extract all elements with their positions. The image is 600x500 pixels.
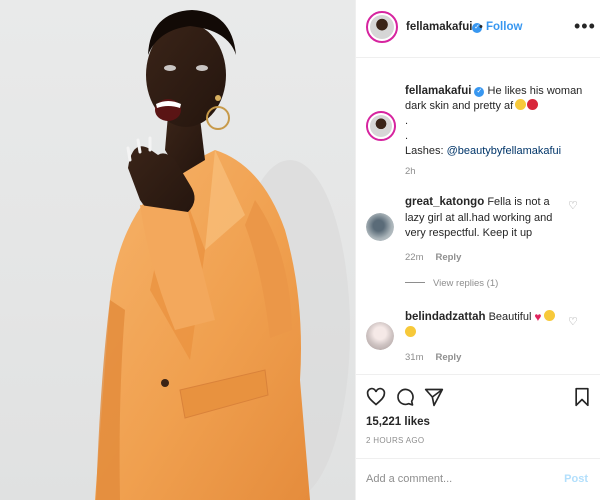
- like-comment-icon[interactable]: ♡: [568, 199, 578, 212]
- verified-badge-icon: ✓: [474, 87, 485, 97]
- comment-meta: 22m Reply: [405, 252, 473, 263]
- comment-icon[interactable]: [395, 387, 415, 407]
- heart-eyes-emoji-icon: [543, 310, 555, 321]
- separator-dot: •: [479, 21, 483, 33]
- reply-button[interactable]: Reply: [435, 252, 461, 263]
- lashes-label: Lashes:: [405, 145, 447, 157]
- post-timestamp[interactable]: 2 HOURS AGO: [366, 436, 424, 445]
- caption-timestamp[interactable]: 2h: [405, 166, 416, 177]
- author-avatar[interactable]: [366, 11, 398, 43]
- author-username[interactable]: fellamakafui: [406, 21, 472, 33]
- replies-divider: [405, 282, 425, 283]
- comment-body: belindadzattah Beautiful ♥: [405, 310, 570, 341]
- rose-emoji-icon: [527, 99, 539, 110]
- view-replies-button[interactable]: View replies (1): [405, 278, 498, 289]
- post-sidebar: fellamakafui ✓ • Follow ••• fellamakafui…: [355, 0, 600, 500]
- caption-author-avatar[interactable]: [366, 111, 396, 141]
- follow-button[interactable]: Follow: [486, 21, 522, 33]
- astonished-face-emoji-icon: [515, 99, 527, 110]
- caption-username[interactable]: fellamakafui: [405, 85, 471, 97]
- post-actions-area: 15,221 likes 2 HOURS AGO Add a comment..…: [356, 374, 600, 500]
- heart-eyes-emoji-icon: [405, 325, 416, 337]
- comment-body: great_katongo Fella is not a lazy girl a…: [405, 195, 570, 242]
- woman-in-orange-blazer-illustration: [95, 10, 350, 500]
- comment-text: Beautiful: [488, 311, 532, 323]
- post-comment-button[interactable]: Post: [564, 473, 588, 485]
- likes-count[interactable]: 15,221 likes: [366, 416, 430, 428]
- red-heart-emoji-icon: ♥: [534, 310, 542, 324]
- comment-username[interactable]: great_katongo: [405, 196, 484, 208]
- post-photo[interactable]: [0, 0, 355, 500]
- share-icon[interactable]: [424, 387, 444, 407]
- like-comment-icon[interactable]: ♡: [568, 315, 578, 328]
- more-options-icon[interactable]: •••: [574, 16, 596, 37]
- caption-dot-line: .: [405, 115, 409, 127]
- commenter-avatar[interactable]: [366, 322, 394, 350]
- commenter-avatar[interactable]: [366, 213, 394, 241]
- add-comment-bar: Add a comment... Post: [356, 458, 600, 500]
- bookmark-icon[interactable]: [573, 387, 591, 407]
- reply-button[interactable]: Reply: [435, 352, 461, 363]
- caption-dot-line-2: .: [405, 130, 409, 142]
- comment-username[interactable]: belindadzattah: [405, 311, 486, 323]
- comment-meta: 31m Reply: [405, 352, 473, 363]
- lashes-mention-link[interactable]: @beautybyfellamakafui: [447, 145, 562, 157]
- post-caption: fellamakafui ✓ He likes his woman dark sk…: [405, 84, 585, 159]
- view-replies-label: View replies (1): [433, 278, 499, 289]
- add-comment-input[interactable]: Add a comment...: [366, 473, 452, 485]
- heart-icon[interactable]: [366, 387, 386, 407]
- post-header: fellamakafui ✓ • Follow •••: [356, 0, 600, 58]
- comment-timestamp[interactable]: 22m: [405, 252, 423, 263]
- comment-timestamp[interactable]: 31m: [405, 352, 423, 363]
